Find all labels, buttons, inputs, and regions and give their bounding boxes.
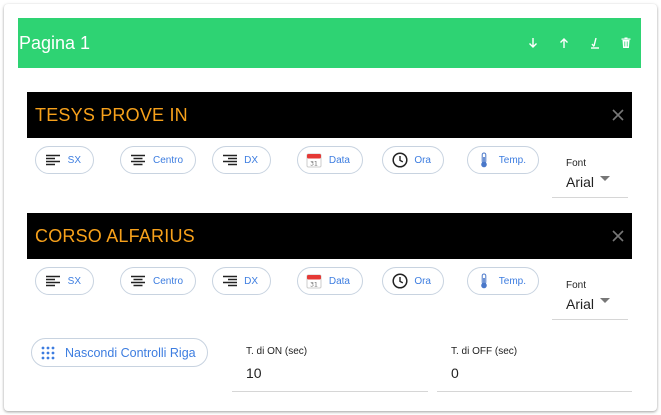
chevron-down-icon bbox=[600, 298, 610, 303]
move-up-button[interactable] bbox=[548, 18, 579, 68]
align-center-icon bbox=[129, 151, 147, 169]
close-icon bbox=[612, 230, 624, 242]
arrow-up-icon bbox=[559, 38, 568, 48]
insert-time-label: Ora bbox=[414, 275, 431, 287]
remove-row-button[interactable] bbox=[604, 213, 632, 259]
align-right-label: DX bbox=[244, 275, 258, 287]
delete-page-button[interactable] bbox=[610, 18, 641, 68]
align-right-button[interactable]: DX bbox=[212, 146, 271, 174]
chevron-down-icon bbox=[600, 176, 610, 181]
font-select-value: Arial bbox=[566, 296, 595, 312]
insert-date-button[interactable]: 31 Data bbox=[297, 267, 363, 295]
align-center-label: Centro bbox=[152, 154, 183, 166]
insert-time-button[interactable]: Ora bbox=[382, 267, 444, 295]
align-left-label: SX bbox=[67, 275, 81, 287]
align-right-label: DX bbox=[244, 154, 258, 166]
font-select[interactable]: Font Arial bbox=[552, 274, 628, 320]
sort-button[interactable] bbox=[579, 18, 610, 68]
insert-date-label: Data bbox=[328, 154, 350, 166]
insert-time-button[interactable]: Ora bbox=[382, 146, 444, 174]
hide-row-controls-button[interactable]: Nascondi Controlli Riga bbox=[31, 338, 208, 367]
thermometer-icon bbox=[476, 272, 493, 290]
time-off-field[interactable]: T. di OFF (sec) 0 bbox=[437, 340, 632, 392]
align-center-icon bbox=[129, 272, 147, 290]
row-title[interactable]: CORSO ALFARIUS bbox=[27, 226, 604, 247]
font-select[interactable]: Font Arial bbox=[552, 152, 628, 198]
insert-time-label: Ora bbox=[414, 154, 431, 166]
clock-icon bbox=[391, 272, 408, 290]
dots-grid-icon bbox=[41, 346, 55, 359]
align-left-label: SX bbox=[67, 154, 81, 166]
font-select-label: Font bbox=[566, 280, 587, 291]
align-right-icon bbox=[221, 272, 238, 290]
insert-temperature-label: Temp. bbox=[498, 154, 526, 166]
thermometer-icon bbox=[476, 151, 493, 169]
svg-text:31: 31 bbox=[311, 161, 319, 168]
time-off-label: T. di OFF (sec) bbox=[451, 346, 518, 357]
trash-icon bbox=[621, 37, 630, 48]
insert-temperature-button[interactable]: Temp. bbox=[467, 267, 539, 295]
hide-row-controls-label: Nascondi Controlli Riga bbox=[65, 345, 196, 360]
sort-icon bbox=[590, 37, 599, 49]
insert-temperature-label: Temp. bbox=[498, 275, 526, 287]
time-on-field[interactable]: T. di ON (sec) 10 bbox=[232, 340, 428, 392]
row-title-bar: TESYS PROVE IN bbox=[27, 92, 632, 138]
arrow-down-icon bbox=[528, 38, 537, 48]
time-on-label: T. di ON (sec) bbox=[246, 346, 308, 357]
align-center-button[interactable]: Centro bbox=[120, 267, 196, 295]
align-left-icon bbox=[44, 151, 62, 169]
insert-date-button[interactable]: 31 Data bbox=[297, 146, 363, 174]
clock-icon bbox=[391, 151, 408, 169]
time-off-input[interactable]: 0 bbox=[451, 365, 459, 381]
svg-text:31: 31 bbox=[311, 282, 319, 289]
align-right-button[interactable]: DX bbox=[212, 267, 271, 295]
remove-row-button[interactable] bbox=[604, 92, 632, 138]
calendar-icon: 31 bbox=[306, 151, 323, 169]
align-right-icon bbox=[221, 151, 238, 169]
align-center-button[interactable]: Centro bbox=[120, 146, 196, 174]
page-title: Pagina 1 bbox=[19, 32, 91, 53]
insert-temperature-button[interactable]: Temp. bbox=[467, 146, 539, 174]
align-left-icon bbox=[44, 272, 62, 290]
row-title-bar: CORSO ALFARIUS bbox=[27, 213, 632, 259]
move-down-button[interactable] bbox=[517, 18, 548, 68]
font-select-label: Font bbox=[566, 158, 587, 169]
page-header: Pagina 1 bbox=[18, 18, 641, 68]
font-select-value: Arial bbox=[566, 174, 595, 190]
row-title[interactable]: TESYS PROVE IN bbox=[27, 105, 604, 126]
close-icon bbox=[612, 109, 624, 121]
align-center-label: Centro bbox=[152, 275, 183, 287]
time-on-input[interactable]: 10 bbox=[246, 365, 262, 381]
align-left-button[interactable]: SX bbox=[35, 267, 94, 295]
align-left-button[interactable]: SX bbox=[35, 146, 94, 174]
calendar-icon: 31 bbox=[306, 272, 323, 290]
insert-date-label: Data bbox=[328, 275, 350, 287]
